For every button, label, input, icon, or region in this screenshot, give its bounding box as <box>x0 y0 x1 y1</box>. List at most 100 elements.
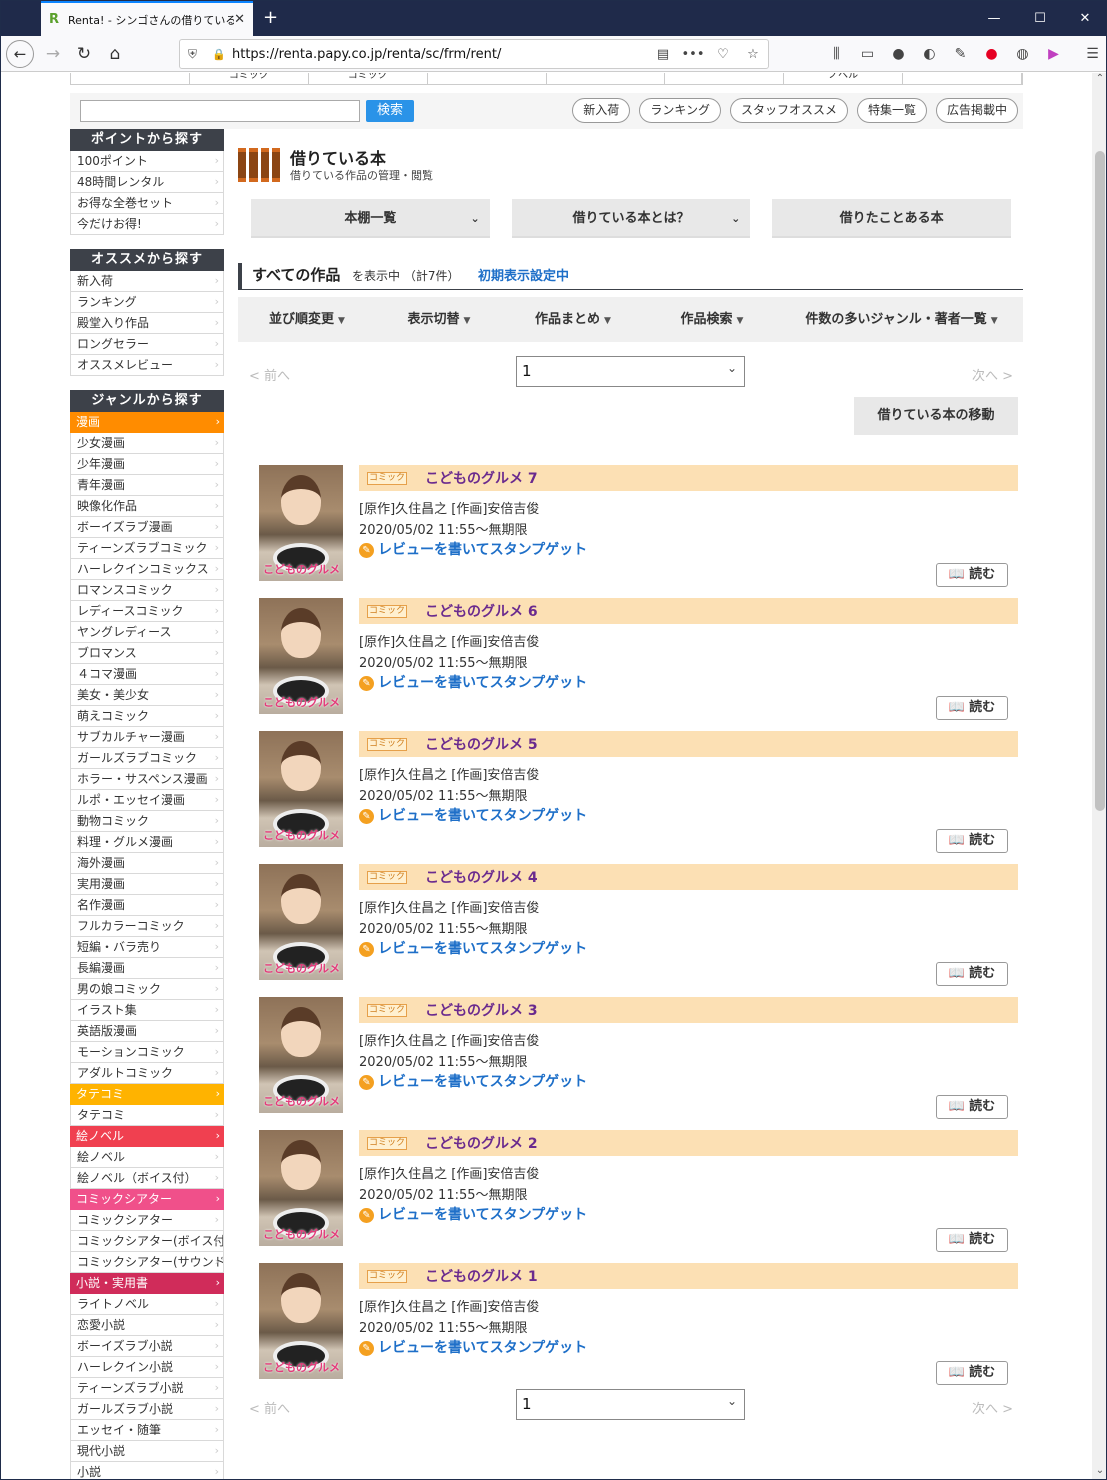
sidebar-item[interactable]: ボーイズラブ漫画 <box>70 517 224 538</box>
read-button[interactable]: 📖 読む <box>936 962 1008 986</box>
top-pill-link[interactable]: 新入荷 <box>572 98 631 123</box>
move-books-button[interactable]: 借りている本の移動 <box>854 397 1018 435</box>
sidebar-item[interactable]: ルポ・エッセイ漫画 <box>70 790 224 811</box>
read-button[interactable]: 📖 読む <box>936 1361 1008 1385</box>
display-toggle-menu[interactable]: 表示切替 ▼ <box>376 297 502 342</box>
evernote-icon[interactable]: ✎ <box>945 46 976 62</box>
window-close-icon[interactable]: ✕ <box>1062 1 1106 36</box>
review-link[interactable]: ✎ レビューを書いてスタンプゲット <box>359 805 587 825</box>
sidebar-category[interactable]: コミックシアター <box>70 1189 224 1210</box>
global-nav-item[interactable] <box>665 73 785 84</box>
sidebar-item[interactable]: ４コマ漫画 <box>70 664 224 685</box>
page-actions-icon[interactable]: ••• <box>678 47 708 62</box>
book-title-link[interactable]: こどものグルメ 7 <box>425 468 538 488</box>
read-button[interactable]: 📖 読む <box>936 829 1008 853</box>
read-button[interactable]: 📖 読む <box>936 1228 1008 1252</box>
book-cover[interactable]: こどものグルメ <box>259 731 343 847</box>
new-tab-button[interactable]: + <box>263 7 278 28</box>
sidebar-item[interactable]: 絵ノベル <box>70 1147 224 1168</box>
url-text[interactable]: https://renta.papy.co.jp/renta/sc/frm/re… <box>232 47 648 62</box>
sidebar-item[interactable]: 現代小説 <box>70 1441 224 1462</box>
forward-arrow-icon[interactable]: → <box>39 40 67 68</box>
reload-icon[interactable]: ↻ <box>70 40 98 68</box>
sidebar-item[interactable]: 短編・バラ売り <box>70 937 224 958</box>
sidebar-item[interactable]: 海外漫画 <box>70 853 224 874</box>
sidebar-item[interactable]: 殿堂入り作品 <box>70 313 224 334</box>
sidebar-item[interactable]: 映像化作品 <box>70 496 224 517</box>
account-icon[interactable]: ● <box>883 46 914 62</box>
top-pill-link[interactable]: スタッフオススメ <box>729 98 848 123</box>
sidebar-item[interactable]: ヤングレディース <box>70 622 224 643</box>
minimize-icon[interactable]: — <box>971 1 1017 36</box>
review-link[interactable]: ✎ レビューを書いてスタンプゲット <box>359 938 587 958</box>
sidebar-item[interactable]: 小説 <box>70 1462 224 1479</box>
sidebar-item[interactable]: 名作漫画 <box>70 895 224 916</box>
page-select[interactable]: 1 <box>516 1387 745 1420</box>
sidebar-item[interactable]: 少年漫画 <box>70 454 224 475</box>
sidebar-item[interactable]: コミックシアター(サウンド付) <box>70 1252 224 1273</box>
book-cover[interactable]: こどものグルメ <box>259 465 343 581</box>
sidebar-item[interactable]: 絵ノベル（ボイス付） <box>70 1168 224 1189</box>
book-title-link[interactable]: こどものグルメ 6 <box>425 601 538 621</box>
book-title-link[interactable]: こどものグルメ 2 <box>425 1133 538 1153</box>
sidebar-item[interactable]: 料理・グルメ漫画 <box>70 832 224 853</box>
sidebar-item[interactable]: 青年漫画 <box>70 475 224 496</box>
sidebar-item[interactable]: 長編漫画 <box>70 958 224 979</box>
review-link[interactable]: ✎ レビューを書いてスタンプゲット <box>359 1337 587 1357</box>
read-button[interactable]: 📖 読む <box>936 696 1008 720</box>
next-page-link[interactable]: 次へ > <box>972 365 1013 384</box>
book-cover[interactable]: こどものグルメ <box>259 864 343 980</box>
sidebar-item[interactable]: コミックシアター(ボイス付) <box>70 1231 224 1252</box>
sidebar-item[interactable]: 萌えコミック <box>70 706 224 727</box>
global-nav-item[interactable]: ノベル <box>784 73 904 84</box>
scroll-down-icon[interactable]: ⌄ <box>1092 1465 1106 1479</box>
global-nav-item[interactable]: コミック <box>309 73 428 84</box>
tab-previously-borrowed[interactable]: 借りたことある本 <box>772 199 1012 238</box>
book-cover[interactable]: こどものグルメ <box>259 1263 343 1379</box>
sidebar-item[interactable]: タテコミ <box>70 1105 224 1126</box>
sidebar-category[interactable]: タテコミ <box>70 1084 224 1105</box>
book-title-link[interactable]: こどものグルメ 5 <box>425 734 538 754</box>
sidebar-item[interactable]: ティーンズラブ小説 <box>70 1378 224 1399</box>
global-nav-item[interactable] <box>903 73 1022 84</box>
review-link[interactable]: ✎ レビューを書いてスタンプゲット <box>359 1204 587 1224</box>
sidebar-item[interactable]: ガールズラブコミック <box>70 748 224 769</box>
book-title-link[interactable]: こどものグルメ 3 <box>425 1000 538 1020</box>
pinterest-icon[interactable]: ● <box>976 46 1007 62</box>
pocket-icon[interactable]: ♡ <box>708 47 738 62</box>
sidebar-icon[interactable]: ▭ <box>852 46 883 62</box>
book-title-link[interactable]: こどものグルメ 4 <box>425 867 538 887</box>
sidebar-item[interactable]: ブロマンス <box>70 643 224 664</box>
search-works-menu[interactable]: 作品検索 ▼ <box>644 297 780 342</box>
media-icon[interactable]: ▶ <box>1038 46 1069 62</box>
address-bar[interactable]: ⛨ 🔒 https://renta.papy.co.jp/renta/sc/fr… <box>179 39 769 69</box>
sidebar-item[interactable]: ロマンスコミック <box>70 580 224 601</box>
sidebar-item[interactable]: 英語版漫画 <box>70 1021 224 1042</box>
sidebar-item[interactable]: ホラー・サスペンス漫画 <box>70 769 224 790</box>
default-setting-link[interactable]: 初期表示設定中 <box>478 265 569 284</box>
sidebar-item[interactable]: 48時間レンタル <box>70 172 224 193</box>
sidebar-item[interactable]: サブカルチャー漫画 <box>70 727 224 748</box>
review-link[interactable]: ✎ レビューを書いてスタンプゲット <box>359 1071 587 1091</box>
sidebar-item[interactable]: モーションコミック <box>70 1042 224 1063</box>
sidebar-item[interactable]: 男の娘コミック <box>70 979 224 1000</box>
sidebar-item[interactable]: 恋愛小説 <box>70 1315 224 1336</box>
top-pill-link[interactable]: 広告掲載中 <box>935 98 1018 123</box>
sidebar-category[interactable]: 絵ノベル <box>70 1126 224 1147</box>
bookmark-star-icon[interactable]: ☆ <box>738 47 768 62</box>
sidebar-item[interactable]: ガールズラブ小説 <box>70 1399 224 1420</box>
sidebar-item[interactable]: 実用漫画 <box>70 874 224 895</box>
read-button[interactable]: 📖 読む <box>936 1095 1008 1119</box>
sidebar-item[interactable]: フルカラーコミック <box>70 916 224 937</box>
genre-author-menu[interactable]: 件数の多いジャンル・著者一覧 ▼ <box>780 297 1023 342</box>
maximize-icon[interactable]: ☐ <box>1017 1 1063 36</box>
review-link[interactable]: ✎ レビューを書いてスタンプゲット <box>359 539 587 559</box>
sidebar-item[interactable]: ランキング <box>70 292 224 313</box>
sidebar-item[interactable]: ハーレクインコミックス <box>70 559 224 580</box>
translate-icon[interactable]: ◍ <box>1007 46 1038 62</box>
global-nav-item[interactable] <box>428 73 547 84</box>
sidebar-item[interactable]: ハーレクイン小説 <box>70 1357 224 1378</box>
global-nav-item[interactable]: コミック <box>190 73 309 84</box>
sidebar-item[interactable]: エッセイ・随筆 <box>70 1420 224 1441</box>
global-nav-item[interactable] <box>71 73 190 84</box>
